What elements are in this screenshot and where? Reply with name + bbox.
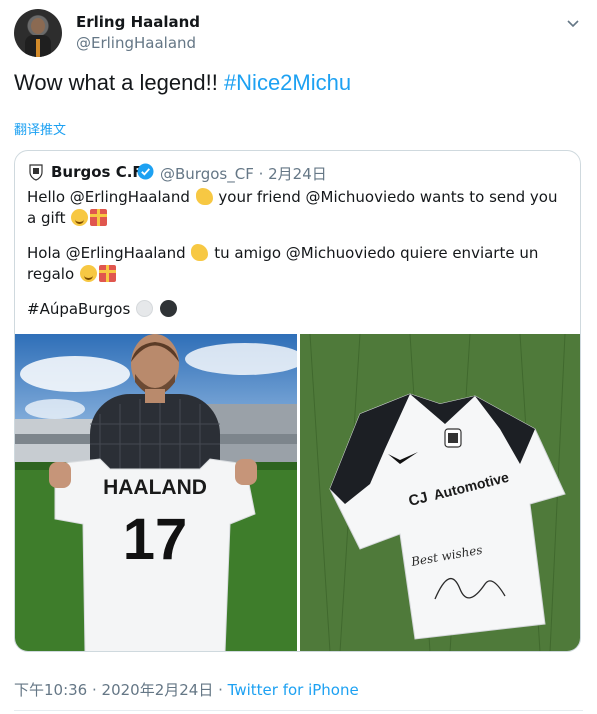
divider	[14, 710, 583, 711]
photo-signed-shirt-image: CJ Automotive Best wishes	[300, 334, 580, 651]
author-handle[interactable]: @ErlingHaaland	[76, 34, 196, 52]
black-circle-icon	[159, 300, 177, 317]
verified-badge-icon	[137, 163, 154, 180]
tweet-meta: 下午10:36 · 2020年2月24日 · Twitter for iPhon…	[14, 679, 359, 700]
photo-signed-shirt[interactable]: CJ Automotive Best wishes	[300, 334, 580, 651]
shirt-number-text: 17	[123, 507, 188, 572]
avatar[interactable]	[14, 9, 62, 57]
quoted-handle-date[interactable]: @Burgos_CF · 2月24日	[160, 163, 327, 184]
translate-tweet-link[interactable]: 翻译推文	[14, 119, 66, 138]
gift-icon	[98, 265, 116, 282]
tweet-text-body: Wow what a legend!!	[14, 70, 224, 95]
gift-icon	[90, 209, 108, 226]
tweet-text: Wow what a legend!! #Nice2Michu	[14, 70, 351, 96]
author-name[interactable]: Erling Haaland	[76, 13, 200, 31]
quoted-text: Hello @ErlingHaaland your friend @Michuo…	[27, 187, 567, 334]
burgos-crest-icon	[29, 164, 43, 181]
waving-hand-icon	[191, 244, 209, 261]
smiling-face-icon	[71, 209, 89, 226]
photo-man-holding-shirt-image: HAALAND 17	[15, 334, 297, 651]
quoted-author-name[interactable]: Burgos C.F.	[51, 163, 146, 181]
chevron-down-icon[interactable]	[565, 15, 581, 31]
smiling-face-icon	[79, 265, 97, 282]
tweet-hashtag-link[interactable]: #Nice2Michu	[224, 70, 351, 95]
quoted-line2-a: Hola @ErlingHaaland	[27, 244, 191, 262]
tweet-source-link[interactable]: Twitter for iPhone	[228, 681, 359, 699]
photo-man-holding-shirt[interactable]: HAALAND 17	[15, 334, 297, 651]
shirt-name-text: HAALAND	[103, 476, 207, 499]
tweet-timestamp[interactable]: 下午10:36 · 2020年2月24日 ·	[14, 681, 228, 699]
quoted-hashtag[interactable]: #AúpaBurgos	[27, 300, 135, 318]
white-circle-icon	[136, 300, 154, 317]
waving-hand-icon	[195, 188, 213, 205]
quoted-line1-a: Hello @ErlingHaaland	[27, 188, 195, 206]
quoted-tweet[interactable]: Burgos C.F. @Burgos_CF · 2月24日 Hello @Er…	[14, 150, 581, 652]
